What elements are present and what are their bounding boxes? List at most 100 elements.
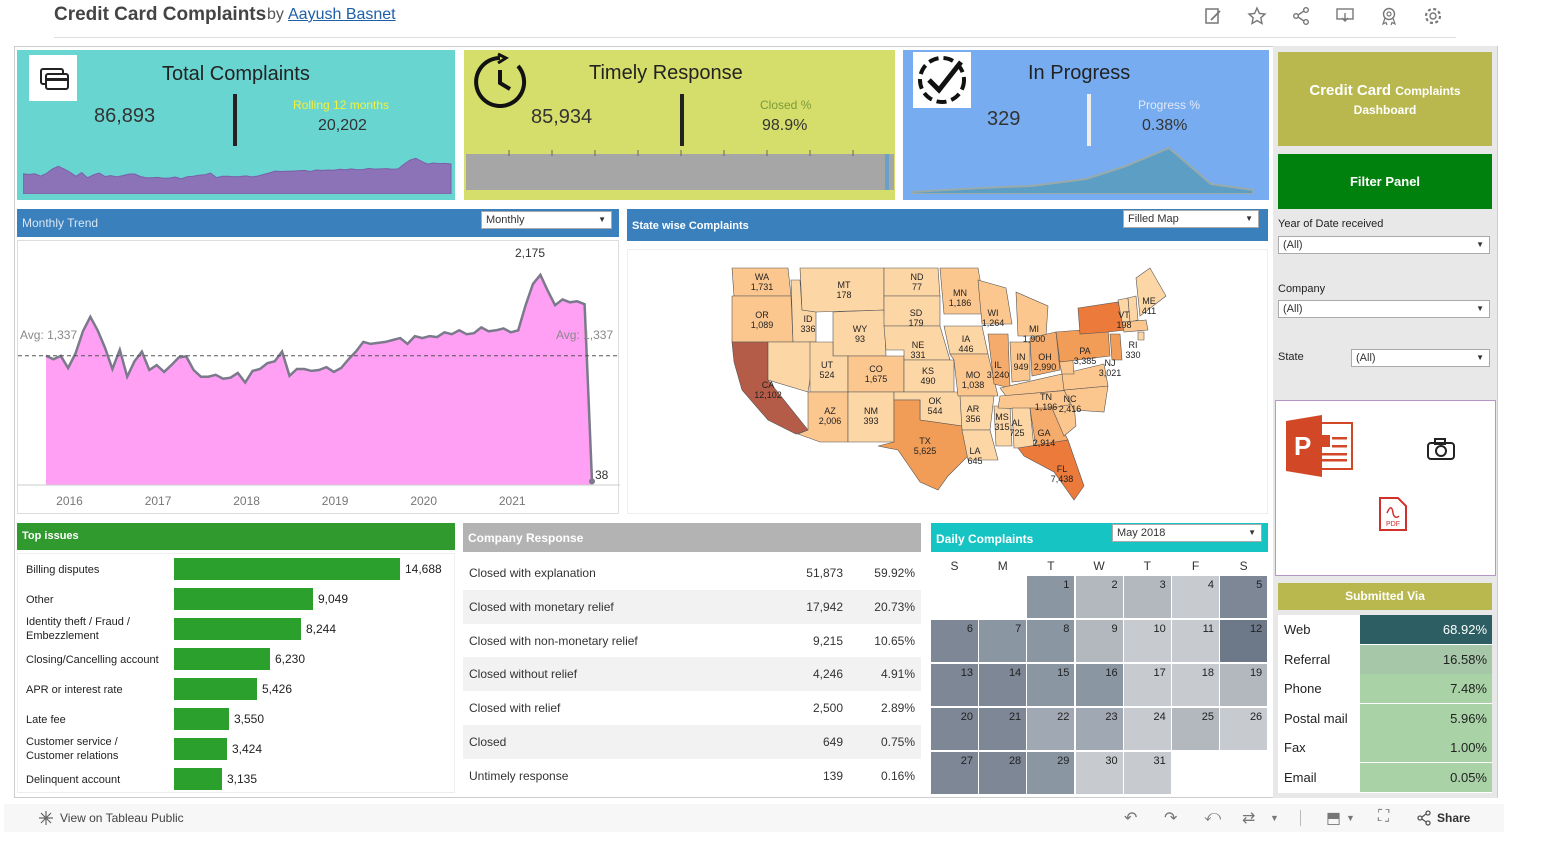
monthly-dropdown[interactable]: Monthly ▼ <box>481 211 612 229</box>
powerpoint-icon[interactable]: P <box>1286 415 1354 482</box>
share-icon[interactable] <box>1416 810 1432 831</box>
calendar-day[interactable]: 18 <box>1172 664 1219 706</box>
map-type-dropdown[interactable]: Filled Map ▼ <box>1123 210 1259 228</box>
state-value-label: 1,731 <box>751 282 774 292</box>
month-dropdown[interactable]: May 2018 ▼ <box>1112 524 1262 542</box>
pdf-icon[interactable]: PDF <box>1378 496 1408 537</box>
issue-label: Other <box>26 594 54 606</box>
star-icon[interactable] <box>1246 6 1268 26</box>
calendar-day[interactable]: 8 <box>1027 620 1075 662</box>
issue-bar[interactable] <box>174 768 222 790</box>
share-icon[interactable] <box>1290 6 1312 26</box>
state-code-label: MO <box>966 370 981 380</box>
gear-icon[interactable] <box>1422 6 1444 26</box>
state-value-label: 330 <box>1125 350 1140 360</box>
issue-bar[interactable] <box>174 678 257 700</box>
kpi-progress-title: In Progress <box>1028 62 1131 84</box>
filter-year-dropdown[interactable]: (All) ▼ <box>1278 236 1490 254</box>
calendar-day[interactable]: 10 <box>1123 620 1171 662</box>
issue-bar[interactable] <box>174 618 301 640</box>
state-code-label: ME <box>1142 296 1156 306</box>
view-on-tableau-link[interactable]: View on Tableau Public <box>60 811 184 825</box>
calendar-day[interactable]: 5 <box>1220 576 1268 618</box>
redo-icon[interactable]: ↷ <box>1164 808 1177 828</box>
calendar-day[interactable]: 26 <box>1220 708 1268 750</box>
issue-value: 3,550 <box>234 712 265 726</box>
response-row: Untimely response 139 0.16% <box>463 759 921 793</box>
state-value-label: 544 <box>927 406 942 416</box>
calendar-day[interactable]: 4 <box>1172 576 1219 618</box>
state-code-label: ND <box>911 272 924 282</box>
header-bar: Credit Card Complaints by Aayush Basnet <box>0 0 1551 40</box>
camera-icon[interactable] <box>1426 435 1458 468</box>
calendar-day[interactable]: 28 <box>979 752 1027 794</box>
comment-icon[interactable] <box>1334 6 1356 26</box>
calendar-day[interactable]: 14 <box>979 664 1027 706</box>
monthly-trend-title: Monthly Trend <box>22 216 99 230</box>
calendar-day[interactable]: 11 <box>1172 620 1219 662</box>
response-percent: 0.16% <box>880 768 915 783</box>
undo-icon[interactable]: ↶ <box>1124 808 1137 828</box>
calendar-day[interactable]: 1 <box>1027 576 1075 618</box>
calendar-day[interactable]: 22 <box>1027 708 1075 750</box>
state-value-label: 7,438 <box>1051 474 1074 484</box>
state-code-label: AL <box>1011 418 1022 428</box>
issue-bar[interactable] <box>174 738 227 760</box>
state-code-label: IN <box>1017 352 1026 362</box>
weekday-header: T <box>1047 559 1055 573</box>
issue-label: Late fee <box>26 714 66 726</box>
calendar-day[interactable]: 2 <box>1075 576 1123 618</box>
state-value-label: 1,038 <box>962 380 985 390</box>
edit-icon[interactable] <box>1202 6 1224 26</box>
badge-icon[interactable] <box>1378 6 1400 26</box>
calendar-day[interactable]: 16 <box>1075 664 1123 706</box>
calendar-day[interactable]: 21 <box>979 708 1027 750</box>
state-code-label: VT <box>1118 310 1130 320</box>
calendar-day[interactable]: 24 <box>1123 708 1171 750</box>
chevron-down-icon[interactable]: ▼ <box>1270 813 1279 823</box>
submitted-via-row: Referral 16.58% <box>1278 644 1492 674</box>
calendar-day[interactable]: 25 <box>1172 708 1219 750</box>
calendar-day[interactable]: 15 <box>1027 664 1075 706</box>
fullscreen-icon[interactable]: ⛶ <box>1378 808 1389 826</box>
calendar-day[interactable]: 3 <box>1123 576 1171 618</box>
calendar-day[interactable]: 17 <box>1123 664 1171 706</box>
response-count: 649 <box>822 735 843 749</box>
state-RI <box>1137 331 1145 341</box>
calendar-day[interactable]: 7 <box>979 620 1027 662</box>
kpi-timely-sub-value: 98.9% <box>762 117 808 134</box>
state-value-label: 77 <box>912 282 922 292</box>
calendar-day[interactable]: 27 <box>931 752 978 794</box>
response-row: Closed with monetary relief 17,942 20.73% <box>463 589 921 624</box>
share-button[interactable]: Share <box>1437 811 1470 825</box>
calendar-day[interactable]: 12 <box>1220 620 1268 662</box>
calendar-day[interactable]: 31 <box>1123 752 1171 794</box>
download-icon[interactable]: ⬒ <box>1326 808 1341 828</box>
calendar-day[interactable]: 29 <box>1027 752 1075 794</box>
author-link[interactable]: Aayush Basnet <box>288 6 396 24</box>
refresh-icon[interactable]: ⇄ <box>1242 808 1255 828</box>
calendar-day[interactable]: 13 <box>931 664 978 706</box>
calendar-day[interactable]: 19 <box>1220 664 1268 706</box>
calendar-day[interactable]: 20 <box>931 708 978 750</box>
issue-bar[interactable] <box>174 648 270 670</box>
state-code-label: ID <box>804 314 814 324</box>
monthly-dropdown-value: Monthly <box>486 214 525 226</box>
calendar-day[interactable]: 6 <box>931 620 978 662</box>
chevron-down-icon[interactable]: ▼ <box>1346 813 1355 823</box>
submitted-via-label: Postal mail <box>1284 710 1348 726</box>
revert-icon[interactable]: ⤺ <box>1204 808 1221 826</box>
filter-panel-header: Filter Panel <box>1278 154 1492 209</box>
filter-state-dropdown[interactable]: (All) ▼ <box>1351 349 1490 367</box>
submitted-via-row: Fax 1.00% <box>1278 733 1492 762</box>
filter-year-label: Year of Date received <box>1278 218 1384 230</box>
calendar-day[interactable]: 23 <box>1075 708 1123 750</box>
state-code-label: MN <box>953 288 967 298</box>
issue-bar[interactable] <box>174 558 400 580</box>
calendar-day[interactable]: 9 <box>1075 620 1123 662</box>
issue-bar[interactable] <box>174 708 229 730</box>
issue-bar[interactable] <box>174 588 313 610</box>
state-value-label: 2,416 <box>1059 404 1082 414</box>
filter-company-dropdown[interactable]: (All) ▼ <box>1278 300 1490 318</box>
calendar-day[interactable]: 30 <box>1075 752 1123 794</box>
